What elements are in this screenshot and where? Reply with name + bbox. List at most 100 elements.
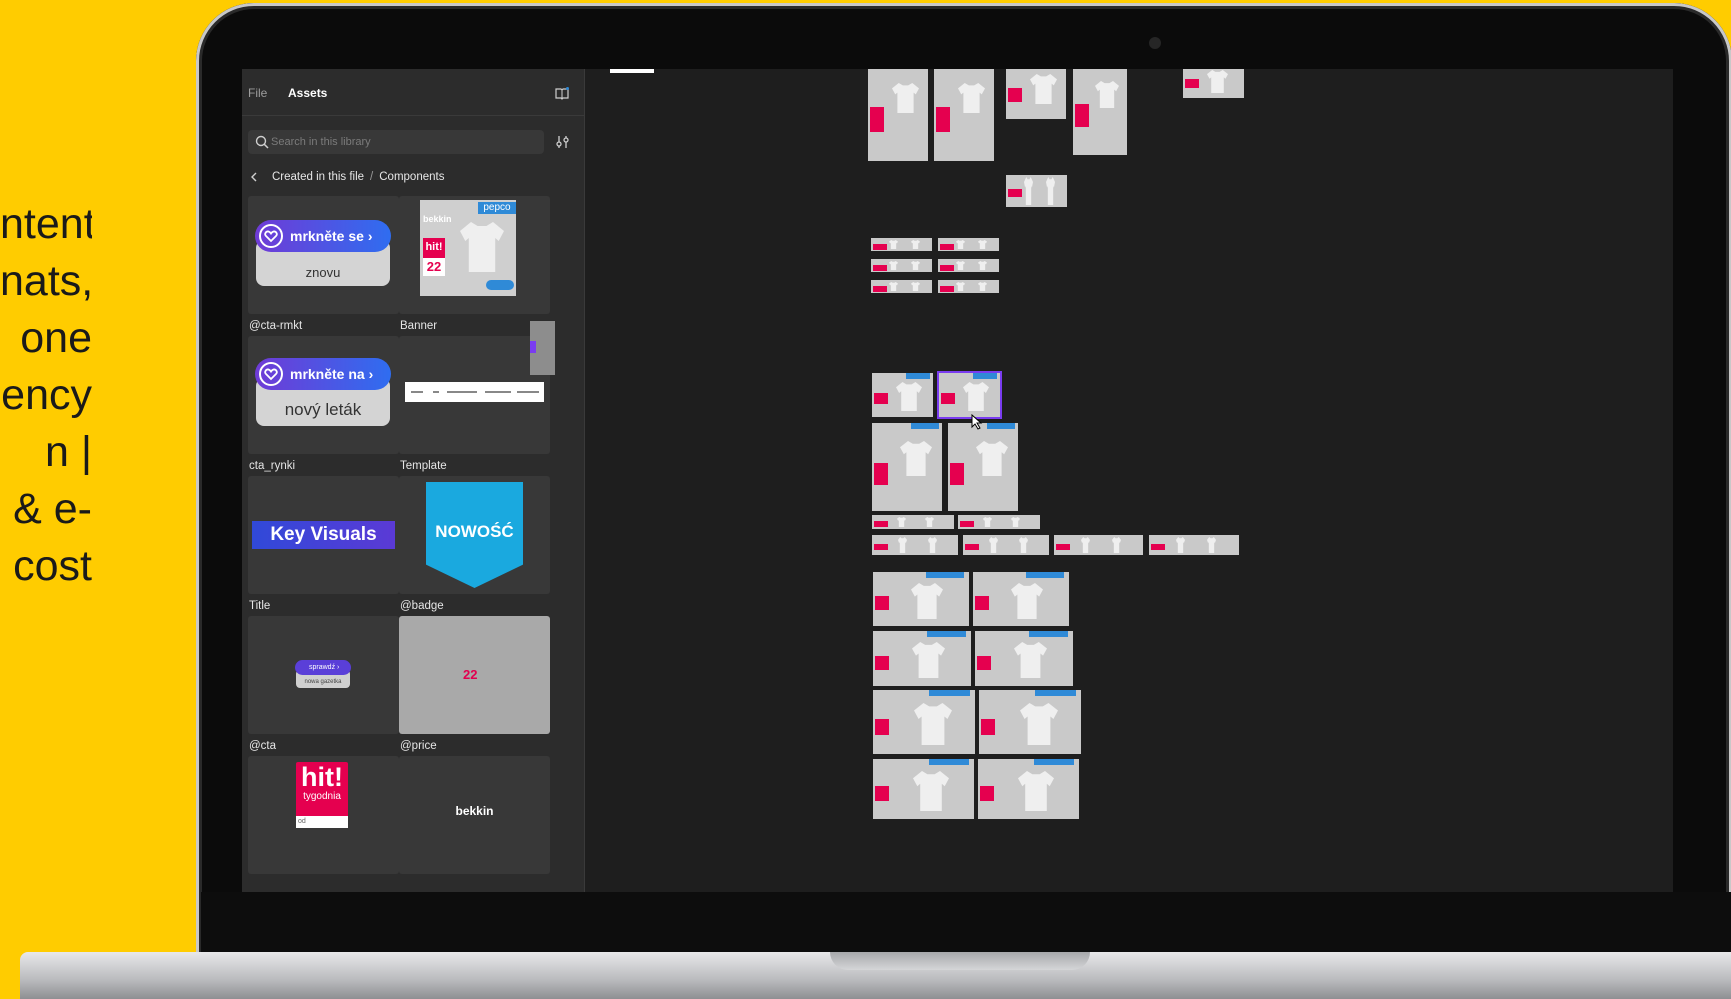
app-screen: File Assets Created in this file <box>242 69 1673 892</box>
canvas-artboard[interactable] <box>979 690 1081 754</box>
component-thumbnail[interactable]: hit! tygodnia od <box>248 756 399 874</box>
canvas-artboard[interactable] <box>873 631 971 686</box>
component-card[interactable]: hit! tygodnia od <box>248 756 399 874</box>
component-label: Title <box>249 600 271 612</box>
hit-small-text: od <box>296 816 348 828</box>
canvas-artboard[interactable] <box>872 515 954 529</box>
banner-preview: pepco bekkin hit! 22 <box>420 200 516 296</box>
canvas-artboard[interactable] <box>871 259 932 272</box>
component-thumbnail[interactable]: sprawdź › nowa gazetka <box>248 616 399 734</box>
hit-text: hit! <box>301 762 343 792</box>
breadcrumb-part[interactable]: Created in this file <box>272 171 364 183</box>
canvas-artboard[interactable] <box>934 69 994 161</box>
tab-file[interactable]: File <box>248 86 267 100</box>
canvas-artboard[interactable] <box>963 535 1049 555</box>
mini-cta <box>486 280 514 290</box>
component-card[interactable]: pepco bekkin hit! 22 Banner <box>399 196 550 332</box>
canvas-artboard[interactable] <box>975 631 1073 686</box>
pepco-logo: pepco <box>478 202 516 214</box>
mouse-cursor-icon <box>971 414 983 430</box>
canvas-artboard[interactable] <box>1183 69 1244 98</box>
component-label: @cta-rmkt <box>249 320 303 332</box>
canvas-artboard[interactable] <box>938 280 999 293</box>
component-thumbnail[interactable]: bekkin <box>399 756 550 874</box>
component-card[interactable]: sprawdź › nowa gazetka @cta <box>248 616 399 752</box>
component-card[interactable]: mrkněte na › nový leták cta_rynki <box>248 336 399 472</box>
cta-preview: sprawdź › nowa gazetka <box>295 660 351 688</box>
cta-pill: mrkněte se › <box>255 220 391 252</box>
component-card[interactable]: mrkněte se › znovu @cta-rmkt <box>248 196 399 332</box>
title-preview: Key Visuals <box>252 521 395 549</box>
canvas-artboard[interactable] <box>1006 69 1066 119</box>
side-caption-line: ntent <box>0 200 92 248</box>
canvas-artboard[interactable] <box>868 69 928 161</box>
cta-text: mrkněte na › <box>290 366 374 382</box>
component-label: Template <box>400 460 447 472</box>
component-card[interactable]: Template <box>399 336 550 472</box>
component-label: @price <box>400 740 437 752</box>
canvas-artboard[interactable] <box>938 259 999 272</box>
brand-preview: bekkin <box>455 804 494 818</box>
library-book-icon[interactable] <box>555 87 569 100</box>
chevron-left-icon[interactable] <box>248 171 260 183</box>
component-thumbnail[interactable]: NOWOŚĆ <box>399 476 550 594</box>
cta-preview: mrkněte se › znovu <box>255 220 391 286</box>
canvas-artboard[interactable] <box>1149 535 1239 555</box>
canvas-artboard[interactable] <box>978 759 1079 819</box>
canvas-artboard[interactable] <box>873 759 974 819</box>
canvas-artboard[interactable] <box>871 238 932 251</box>
canvas-artboard[interactable] <box>872 423 942 511</box>
side-caption-line: nats, <box>0 257 92 305</box>
template-preview <box>405 382 544 402</box>
component-thumbnail[interactable]: 22 <box>399 616 550 734</box>
cta-pill: sprawdź › <box>295 660 351 675</box>
hit-label: hit! <box>423 238 445 258</box>
side-caption-line: n | <box>44 428 92 476</box>
canvas-artboard[interactable] <box>938 238 999 251</box>
assets-panel: File Assets Created in this file <box>242 69 585 892</box>
tshirt-image <box>460 222 504 272</box>
price-preview: 22 <box>463 667 478 682</box>
canvas-artboard[interactable] <box>872 373 933 417</box>
component-thumbnail[interactable]: mrkněte na › nový leták <box>248 336 399 454</box>
component-card[interactable]: Key Visuals Title <box>248 476 399 612</box>
panel-tabs: File Assets <box>242 69 584 116</box>
canvas-artboard[interactable] <box>1006 175 1067 207</box>
component-label: Banner <box>400 320 438 332</box>
cta-text: mrkněte se › <box>290 228 373 244</box>
side-caption-line: cost <box>13 542 92 590</box>
badge-preview: NOWOŚĆ <box>426 482 523 588</box>
search-box <box>248 130 544 154</box>
search-icon <box>255 135 269 149</box>
breadcrumb-separator: / <box>370 171 374 183</box>
canvas-artboard[interactable] <box>873 690 975 754</box>
canvas-artboard[interactable] <box>1054 535 1143 555</box>
laptop-notch <box>830 952 1090 970</box>
component-card[interactable]: bekkin <box>399 756 550 874</box>
sliders-filter-icon[interactable] <box>555 134 571 150</box>
canvas-artboard[interactable] <box>958 515 1040 529</box>
side-caption-line: one <box>20 314 92 362</box>
component-thumbnail[interactable]: mrkněte se › znovu <box>248 196 399 314</box>
component-thumbnail[interactable] <box>399 336 550 454</box>
canvas-artboard[interactable] <box>937 371 1002 419</box>
tab-assets[interactable]: Assets <box>288 86 327 100</box>
heart-icon <box>259 224 283 248</box>
canvas-artboard[interactable] <box>871 280 932 293</box>
canvas-frame[interactable] <box>530 321 555 375</box>
component-thumbnail[interactable]: pepco bekkin hit! 22 <box>399 196 550 314</box>
component-thumbnail[interactable]: Key Visuals <box>248 476 399 594</box>
heart-icon <box>259 362 283 386</box>
canvas-artboard[interactable] <box>973 572 1069 626</box>
canvas-artboard[interactable] <box>873 572 969 626</box>
search-input[interactable] <box>271 130 536 154</box>
canvas-artboard[interactable] <box>948 423 1018 511</box>
canvas-artboard[interactable] <box>872 535 958 555</box>
component-label: @cta <box>249 740 277 752</box>
cta-preview: mrkněte na › nový leták <box>255 358 391 426</box>
component-card[interactable]: NOWOŚĆ @badge <box>399 476 550 612</box>
canvas-artboard[interactable] <box>1073 69 1127 155</box>
component-label: cta_rynki <box>249 460 296 472</box>
component-card[interactable]: 22 @price <box>399 616 550 752</box>
camera-dot <box>1149 37 1161 49</box>
